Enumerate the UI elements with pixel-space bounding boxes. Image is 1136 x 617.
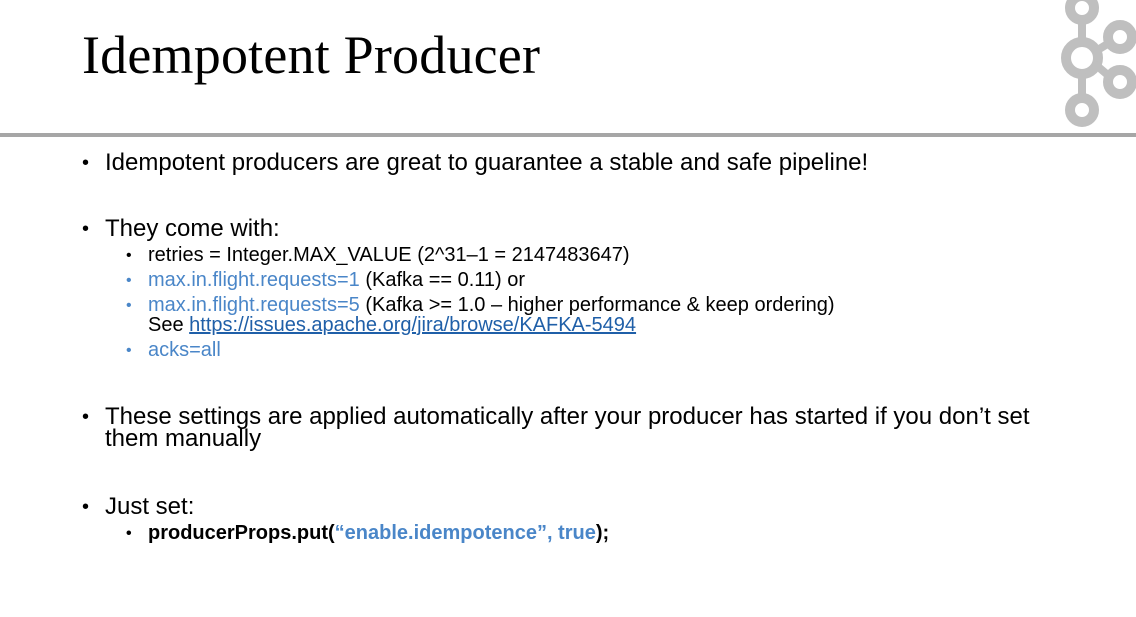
sub-bullet-marker: • <box>126 247 132 264</box>
sub-bullet-acks: • acks=all <box>126 340 1082 360</box>
code-method: producerProps.put( <box>148 522 335 544</box>
sub-bullet-retries: • retries = Integer.MAX_VALUE (2^31–1 = … <box>126 245 1082 265</box>
bullet-text: Just set: <box>105 493 195 520</box>
code-args: “enable.idempotence”, true <box>334 522 596 544</box>
bullet-text: These settings are applied automatically… <box>105 403 1030 452</box>
code-end: ); <box>595 522 610 544</box>
bullet-marker: • <box>82 496 90 518</box>
bullet-marker: • <box>82 406 90 428</box>
sub-bullet-marker: • <box>126 342 132 359</box>
bullet-1: • Idempotent producers are great to guar… <box>82 149 1082 176</box>
title-divider <box>0 133 1136 137</box>
setting-name: max.in.flight.requests=1 <box>148 269 360 291</box>
kafka-issue-link[interactable]: https://issues.apache.org/jira/browse/KA… <box>189 314 636 336</box>
bullet-2: • They come with: <box>82 215 1082 242</box>
setting-name: acks=all <box>148 339 221 361</box>
setting-name: max.in.flight.requests=5 <box>148 294 360 316</box>
bullet-4: • Just set: <box>82 493 1082 520</box>
bullet-text: They come with: <box>105 215 280 242</box>
setting-note: (Kafka >= 1.0 – higher performance & kee… <box>359 294 835 316</box>
sub-bullet-inflight-1: • max.in.flight.requests=1 (Kafka == 0.1… <box>126 270 1082 290</box>
slide: Idempotent Producer • Idempotent produce… <box>0 0 1136 617</box>
sub-bullet-marker: • <box>126 272 132 289</box>
bullet-text: Idempotent producers are great to guaran… <box>105 149 869 176</box>
bullet-3: • These settings are applied automatical… <box>82 403 1082 452</box>
sub-bullet-marker: • <box>126 525 132 542</box>
slide-title: Idempotent Producer <box>82 25 541 85</box>
sub-bullet-marker: • <box>126 297 132 314</box>
see-label: See <box>148 314 190 336</box>
sub-bullet-text: retries = Integer.MAX_VALUE (2^31–1 = 21… <box>148 244 630 266</box>
sub-bullet-code: • producerProps.put(“enable.idempotence”… <box>126 523 1082 543</box>
sub-bullet-inflight-5: • max.in.flight.requests=5 (Kafka >= 1.0… <box>126 295 1082 335</box>
kafka-logo-icon <box>1061 0 1136 127</box>
setting-note: (Kafka == 0.11) or <box>359 269 526 291</box>
bullet-marker: • <box>82 152 90 174</box>
bullet-marker: • <box>82 218 90 240</box>
slide-body: • Idempotent producers are great to guar… <box>82 149 1082 544</box>
